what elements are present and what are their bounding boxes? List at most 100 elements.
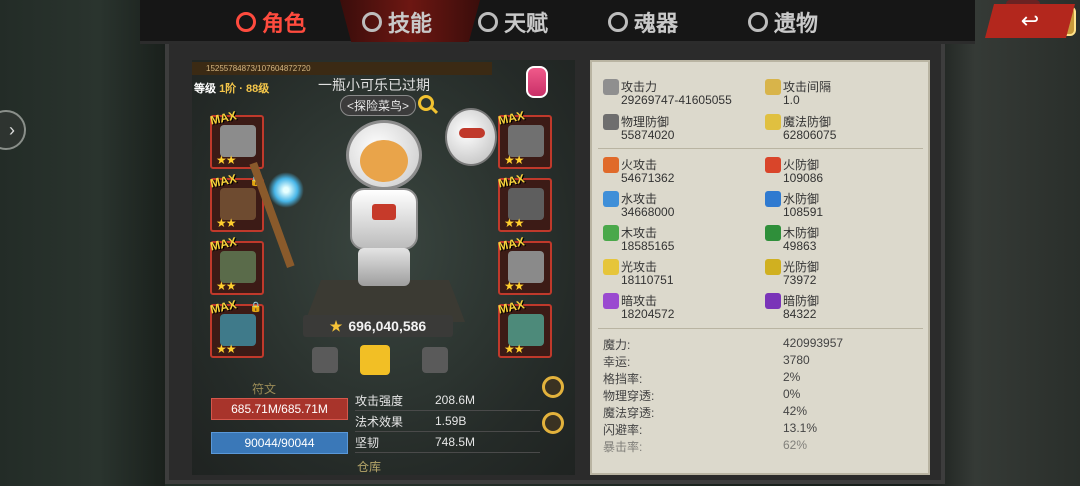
equip-slot-boots[interactable]: MAX ★★ bbox=[497, 234, 552, 295]
stat-attack-interval: 攻击间隔 1.0 bbox=[765, 78, 935, 110]
crest-icon bbox=[478, 12, 498, 32]
background-right-scenery bbox=[930, 0, 1080, 486]
summary-stat-value: 208.6M bbox=[435, 393, 476, 407]
relic-icon bbox=[748, 12, 768, 32]
armor-set-right-icon[interactable] bbox=[422, 347, 448, 373]
player-title[interactable]: <探险菜鸟> bbox=[340, 95, 417, 116]
potion-icon[interactable] bbox=[526, 66, 548, 98]
shield-icon bbox=[603, 114, 619, 130]
summary-stats: 攻击强度 208.6M 法术效果 1.59B 坚韧 748.5M bbox=[355, 390, 540, 453]
stat-water-defense: 水防御 108591 bbox=[765, 190, 935, 222]
misc-stat-row: 物理穿透: 0% bbox=[603, 387, 923, 404]
misc-stat-label: 格挡率: bbox=[603, 372, 643, 386]
tab-label: 技能 bbox=[388, 11, 433, 36]
background-left-scenery bbox=[0, 0, 165, 486]
equip-slot-gauntlet[interactable]: MAX ★★ bbox=[497, 171, 552, 232]
equip-slot-helmet[interactable]: MAX ★★ bbox=[209, 108, 264, 169]
edit-icon[interactable] bbox=[542, 376, 564, 398]
stat-attack: 攻击力 29269747-41605055 bbox=[603, 78, 773, 110]
stat-physical-defense: 物理防御 55874020 bbox=[603, 113, 773, 145]
hp-bar: 685.71M/685.71M bbox=[211, 398, 348, 420]
misc-stat-label: 闪避率: bbox=[603, 423, 643, 437]
equip-slot-ring[interactable]: MAX ★★ bbox=[497, 297, 552, 358]
stat-value: 73972 bbox=[783, 273, 817, 287]
stat-value: 108591 bbox=[783, 205, 824, 219]
atom-icon[interactable] bbox=[542, 412, 564, 434]
stat-value: 54671362 bbox=[621, 171, 675, 185]
stat-value: 34668000 bbox=[621, 205, 675, 219]
armor-set-left-icon[interactable] bbox=[312, 347, 338, 373]
misc-stat-row: 魔法穿透: 42% bbox=[603, 404, 923, 421]
tab-talents[interactable]: 天赋 bbox=[478, 6, 548, 38]
combat-power: ★ 696,040,586 bbox=[303, 315, 453, 337]
stat-value: 55874020 bbox=[621, 128, 675, 142]
stat-value: 62806075 bbox=[783, 128, 837, 142]
misc-stat-value: 42% bbox=[783, 404, 808, 418]
player-level: 等级 1阶 · 88级 bbox=[194, 80, 269, 96]
misc-stat-value: 420993957 bbox=[783, 336, 844, 350]
sword-icon bbox=[603, 79, 619, 95]
dark-defense-icon bbox=[765, 293, 781, 309]
tab-label: 魂器 bbox=[634, 11, 679, 36]
star-rating: ★★ bbox=[504, 153, 524, 167]
lock-icon: 🔒 bbox=[249, 302, 262, 313]
hero-avatar[interactable] bbox=[338, 120, 428, 290]
tab-skills[interactable]: 技能 bbox=[362, 6, 432, 38]
star-rating: ★★ bbox=[216, 342, 236, 356]
rune-label[interactable]: 符文 bbox=[252, 380, 276, 397]
divider bbox=[598, 148, 923, 149]
armor-set-active-icon[interactable] bbox=[360, 345, 390, 375]
stat-value: 109086 bbox=[783, 171, 824, 185]
tab-soul-vessel[interactable]: 魂器 bbox=[608, 6, 678, 38]
equip-slot-amulet[interactable]: MAX 🔒 ★★ bbox=[209, 171, 264, 232]
summary-stat-label: 法术效果 bbox=[355, 414, 404, 429]
divider bbox=[598, 328, 923, 329]
misc-stat-value: 13.1% bbox=[783, 421, 818, 435]
magic-shield-icon bbox=[765, 114, 781, 130]
robot-pet[interactable] bbox=[445, 108, 497, 166]
summary-stat-row: 攻击强度 208.6M bbox=[355, 390, 540, 411]
tab-character[interactable]: 角色 bbox=[236, 6, 306, 38]
summary-stat-row: 坚韧 748.5M bbox=[355, 432, 540, 453]
summary-stat-label: 攻击强度 bbox=[355, 393, 404, 408]
hero-legs bbox=[358, 248, 410, 286]
wood-attack-icon bbox=[603, 225, 619, 241]
stat-light-defense: 光防御 73972 bbox=[765, 258, 935, 290]
storage-label[interactable]: 仓库 bbox=[357, 458, 381, 475]
equip-slot-staff[interactable]: MAX ★★ bbox=[209, 234, 264, 295]
star-rating: ★★ bbox=[216, 153, 236, 167]
magic-orb bbox=[268, 172, 304, 208]
stat-water-attack: 水攻击 34668000 bbox=[603, 190, 773, 222]
devil-face-icon bbox=[236, 12, 256, 32]
star-rating: ★★ bbox=[504, 342, 524, 356]
misc-stat-label: 物理穿透: bbox=[603, 389, 655, 403]
hero-chest-panel bbox=[372, 204, 396, 220]
star-rating: ★★ bbox=[504, 279, 524, 293]
misc-stat-row: 闪避率: 13.1% bbox=[603, 421, 923, 438]
stat-magic-defense: 魔法防御 62806075 bbox=[765, 113, 935, 145]
soul-icon bbox=[608, 12, 628, 32]
summary-stat-row: 法术效果 1.59B bbox=[355, 411, 540, 432]
summary-stat-value: 748.5M bbox=[435, 435, 476, 449]
mp-bar: 90044/90044 bbox=[211, 432, 348, 454]
stat-value: 18110751 bbox=[621, 273, 674, 287]
tab-relics[interactable]: 遗物 bbox=[748, 6, 818, 38]
stat-value: 29269747-41605055 bbox=[621, 93, 732, 107]
stat-wood-defense: 木防御 49863 bbox=[765, 224, 935, 256]
stat-dark-defense: 暗防御 84322 bbox=[765, 292, 935, 324]
misc-stat-value: 3780 bbox=[783, 353, 810, 367]
misc-stat-row: 幸运: 3780 bbox=[603, 353, 923, 370]
equip-slot-armor[interactable]: MAX ★★ bbox=[497, 108, 552, 169]
stat-fire-attack: 火攻击 54671362 bbox=[603, 156, 773, 188]
armor-set-selector bbox=[310, 345, 460, 379]
equip-slot-feather[interactable]: MAX 🔒 ★★ bbox=[209, 297, 264, 358]
hero-face bbox=[360, 140, 408, 182]
level-prefix: 等级 bbox=[194, 83, 216, 95]
swirl-icon bbox=[362, 12, 382, 32]
stat-dark-attack: 暗攻击 18204572 bbox=[603, 292, 773, 324]
light-attack-icon bbox=[603, 259, 619, 275]
search-icon[interactable] bbox=[418, 95, 434, 111]
water-attack-icon bbox=[603, 191, 619, 207]
star-rating: ★★ bbox=[216, 216, 236, 230]
back-button[interactable]: ↩ bbox=[985, 4, 1075, 38]
